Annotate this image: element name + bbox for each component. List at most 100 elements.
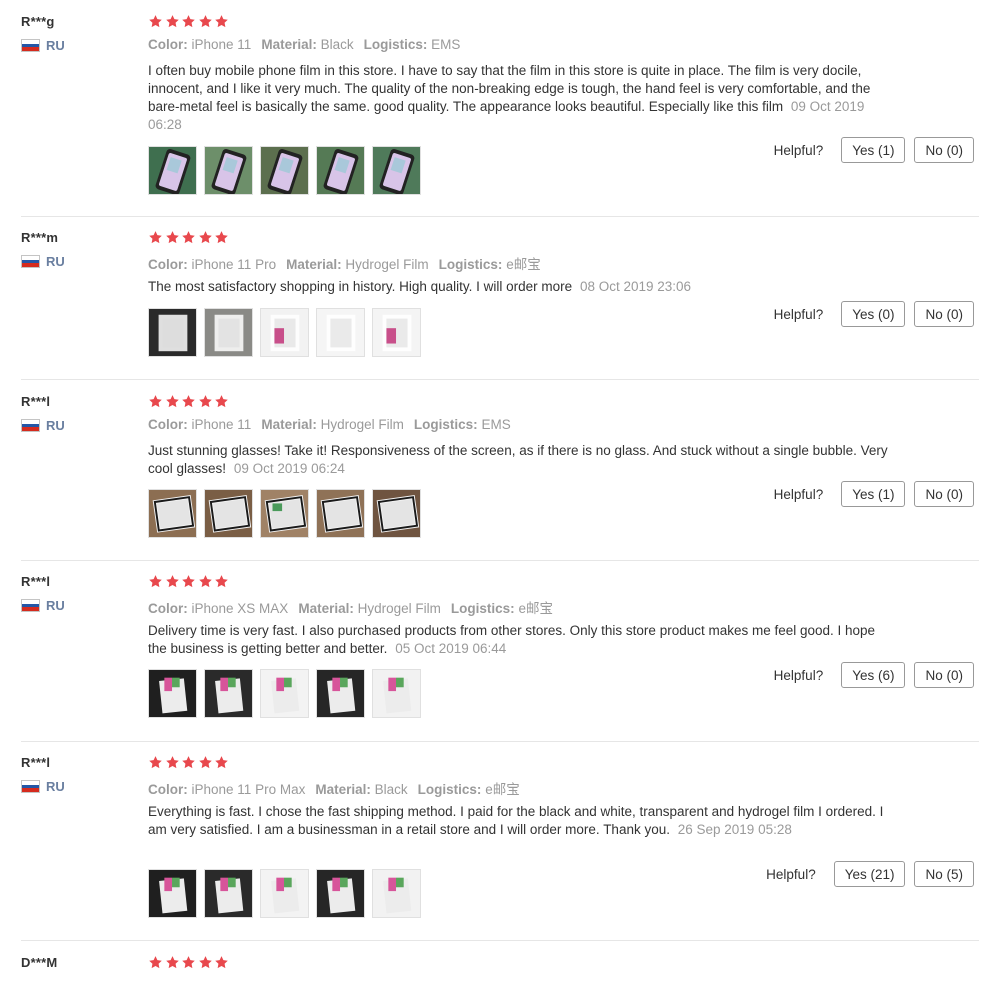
- flag-icon: [21, 39, 40, 52]
- review-photo-thumbnail[interactable]: [372, 489, 421, 538]
- star-icon: [148, 14, 164, 29]
- review-photo-thumbnail[interactable]: [260, 308, 309, 357]
- review-photo-thumbnail[interactable]: [204, 146, 253, 195]
- review-photo-thumbnail[interactable]: [148, 489, 197, 538]
- review-photo-thumbnail[interactable]: [148, 308, 197, 357]
- helpful-yes-button[interactable]: Yes (6): [841, 662, 906, 688]
- country-code: RU: [46, 598, 65, 613]
- attr-logistics: Logistics: EMS: [364, 37, 461, 52]
- attr-material-value: Black: [374, 782, 408, 797]
- review-photo-thumbnail[interactable]: [204, 869, 253, 918]
- review-photo-thumbnail[interactable]: [204, 669, 253, 718]
- reviewer-country: RU: [21, 418, 65, 433]
- attr-material-value: Hydrogel Film: [357, 601, 441, 616]
- star-icon: [214, 955, 230, 970]
- helpful-label: Helpful?: [766, 866, 816, 882]
- helpful-yes-button[interactable]: Yes (1): [841, 481, 906, 507]
- helpful-no-button[interactable]: No (0): [914, 301, 974, 327]
- attr-logistics-value: EMS: [481, 417, 511, 432]
- attr-color-label: Color:: [148, 37, 188, 52]
- star-icon: [198, 14, 214, 29]
- flag-icon: [21, 255, 40, 268]
- review-divider: [21, 560, 979, 561]
- product-attributes: Color: iPhone 11 Pro Material: Hydrogel F…: [148, 253, 551, 273]
- star-icon: [181, 394, 197, 409]
- reviewer-info: R***l RU: [21, 755, 131, 794]
- helpful-label: Helpful?: [773, 142, 824, 158]
- review-photo-thumbnail[interactable]: [148, 146, 197, 195]
- attr-logistics-label: Logistics:: [417, 782, 482, 797]
- attr-material-label: Material:: [261, 37, 317, 52]
- attr-material-value: Hydrogel Film: [320, 417, 404, 432]
- review-item: R***l RU Color: iPhone XS MAX Material: Hyd…: [0, 574, 1000, 741]
- review-photo-thumbnail[interactable]: [316, 489, 365, 538]
- star-icon: [214, 394, 230, 409]
- star-icon: [198, 230, 214, 245]
- review-photo-thumbnail[interactable]: [260, 869, 309, 918]
- star-icon: [214, 14, 230, 29]
- review-photo-thumbnail[interactable]: [260, 146, 309, 195]
- reviewer-name: R***g: [21, 14, 55, 29]
- reviewer-info: R***m RU: [21, 230, 131, 269]
- flag-icon: [21, 419, 40, 432]
- attr-material: Material: Hydrogel Film: [286, 257, 429, 272]
- star-icon: [148, 394, 164, 409]
- attr-logistics: Logistics: e邮宝: [451, 601, 553, 616]
- helpful-yes-button[interactable]: Yes (1): [841, 137, 906, 163]
- attr-material: Material: Black: [315, 782, 407, 797]
- attr-logistics-value: e邮宝: [485, 782, 520, 797]
- star-icon: [148, 755, 164, 770]
- star-icon: [148, 574, 164, 589]
- reviewer-name: R***l: [21, 574, 51, 589]
- review-photo-thumbnail[interactable]: [372, 308, 421, 357]
- attr-material-label: Material:: [286, 257, 342, 272]
- attr-material: Material: Black: [261, 37, 353, 52]
- reviewer-info: R***l RU: [21, 394, 131, 433]
- review-photo-thumbnail[interactable]: [316, 669, 365, 718]
- attr-material: Material: Hydrogel Film: [298, 601, 441, 616]
- review-content: I often buy mobile phone film in this st…: [148, 63, 871, 114]
- star-icon: [198, 394, 214, 409]
- review-item: R***g RU Color: iPhone 11 Material: Black Lo…: [0, 14, 1000, 216]
- review-photo-thumbnail[interactable]: [372, 146, 421, 195]
- attr-material: Material: Hydrogel Film: [261, 417, 404, 432]
- helpful-no-button[interactable]: No (0): [914, 137, 974, 163]
- helpful-vote: Helpful? Yes (6) No (0): [774, 662, 974, 688]
- review-date: 26 Sep 2019 05:28: [677, 822, 792, 837]
- attr-material-label: Material:: [315, 782, 371, 797]
- review-divider: [21, 379, 979, 380]
- review-text: Everything is fast. I chose the fast shi…: [148, 803, 888, 839]
- review-photo-thumbnail[interactable]: [204, 489, 253, 538]
- reviewer-info: R***l RU: [21, 574, 131, 613]
- attr-color: Color: iPhone 11: [148, 37, 251, 52]
- product-attributes: Color: iPhone 11 Material: Black Logistics…: [148, 37, 470, 52]
- review-photo-thumbnail[interactable]: [260, 489, 309, 538]
- review-photo-thumbnail[interactable]: [316, 869, 365, 918]
- reviewer-country: RU: [21, 598, 65, 613]
- helpful-yes-button[interactable]: Yes (21): [833, 861, 906, 887]
- helpful-vote: Helpful? Yes (0) No (0): [774, 301, 974, 327]
- review-photo-thumbnail[interactable]: [372, 669, 421, 718]
- helpful-no-button[interactable]: No (0): [914, 481, 974, 507]
- attr-logistics: Logistics: EMS: [414, 417, 511, 432]
- star-icon: [181, 14, 197, 29]
- country-code: RU: [46, 779, 65, 794]
- review-photo-thumbnail[interactable]: [148, 869, 197, 918]
- helpful-no-button[interactable]: No (0): [914, 662, 974, 688]
- attr-material-value: Hydrogel Film: [345, 257, 429, 272]
- star-rating: [148, 955, 231, 971]
- helpful-label: Helpful?: [773, 306, 824, 322]
- attr-color: Color: iPhone 11 Pro: [148, 257, 276, 272]
- review-photo-thumbnail[interactable]: [372, 869, 421, 918]
- review-photo-thumbnail[interactable]: [316, 146, 365, 195]
- review-photo-thumbnail[interactable]: [204, 308, 253, 357]
- review-photo-thumbnail[interactable]: [316, 308, 365, 357]
- review-date: 05 Oct 2019 06:44: [395, 641, 507, 656]
- star-rating: [148, 755, 231, 771]
- review-photo-thumbnail[interactable]: [260, 669, 309, 718]
- review-photo-thumbnail[interactable]: [148, 669, 197, 718]
- helpful-no-button[interactable]: No (5): [914, 861, 974, 887]
- helpful-yes-button[interactable]: Yes (0): [841, 301, 906, 327]
- attr-color: Color: iPhone 11: [148, 417, 251, 432]
- attr-logistics-value: e邮宝: [518, 601, 553, 616]
